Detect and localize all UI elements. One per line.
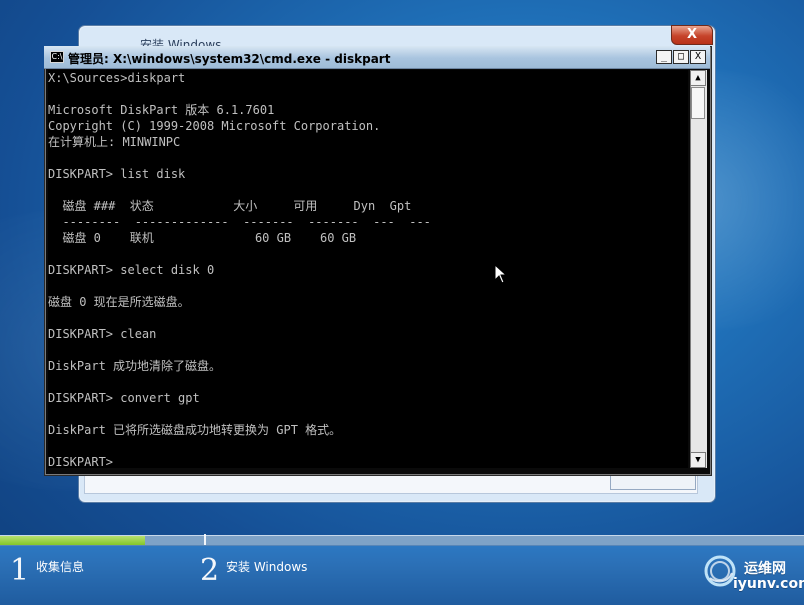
step-label-install-windows: 安装 Windows [226, 560, 308, 574]
minimize-button[interactable]: _ [656, 50, 672, 64]
console-line: DiskPart 已将所选磁盘成功地转更换为 GPT 格式。 [48, 423, 342, 437]
console-line: Copyright (C) 1999-2008 Microsoft Corpor… [48, 119, 381, 133]
console-line: 磁盘 ### 状态 大小 可用 Dyn Gpt [48, 199, 412, 213]
scroll-up-button[interactable]: ▲ [690, 70, 706, 86]
console-line: DISKPART> convert gpt [48, 391, 200, 405]
console-line: 在计算机上: MINWINPC [48, 135, 181, 149]
console-line: DISKPART> [48, 455, 114, 469]
setup-close-button[interactable]: X [671, 25, 713, 45]
step-number-2: 2 [200, 553, 220, 588]
console-line: DiskPart 成功地清除了磁盘。 [48, 359, 222, 373]
setup-steps-bar [0, 545, 804, 605]
cmd-icon: C:\ [50, 51, 64, 63]
cmd-window-title: 管理员: X:\windows\system32\cmd.exe - diskp… [68, 52, 391, 66]
setup-progress-fill [0, 536, 145, 545]
console-line: -------- ------------- ------- ------- -… [48, 215, 431, 229]
arrow-cursor-icon [494, 264, 508, 284]
progress-divider [204, 534, 206, 545]
console-line: DISKPART> select disk 0 [48, 263, 215, 277]
console-line: 磁盘 0 联机 60 GB 60 GB [48, 231, 357, 245]
maximize-button[interactable]: □ [673, 50, 689, 64]
vertical-scrollbar[interactable] [690, 70, 707, 468]
step-label-collect-info: 收集信息 [36, 560, 85, 574]
console-line: DISKPART> list disk [48, 167, 186, 181]
cmd-console-output[interactable]: X:\Sources>diskpart Microsoft DiskPart 版… [48, 70, 688, 469]
step-number-1: 1 [10, 553, 30, 588]
console-line: 磁盘 0 现在是所选磁盘。 [48, 295, 190, 309]
watermark-text-cn: 运维网 [744, 561, 786, 577]
console-line: X:\Sources>diskpart [48, 71, 186, 85]
scroll-down-button[interactable]: ▼ [690, 452, 706, 468]
close-button[interactable]: X [690, 50, 706, 64]
scroll-thumb[interactable] [691, 87, 705, 119]
console-line: Microsoft DiskPart 版本 6.1.7601 [48, 103, 275, 117]
console-line: DISKPART> clean [48, 327, 157, 341]
watermark-text-en: iyunv.com [733, 576, 804, 592]
